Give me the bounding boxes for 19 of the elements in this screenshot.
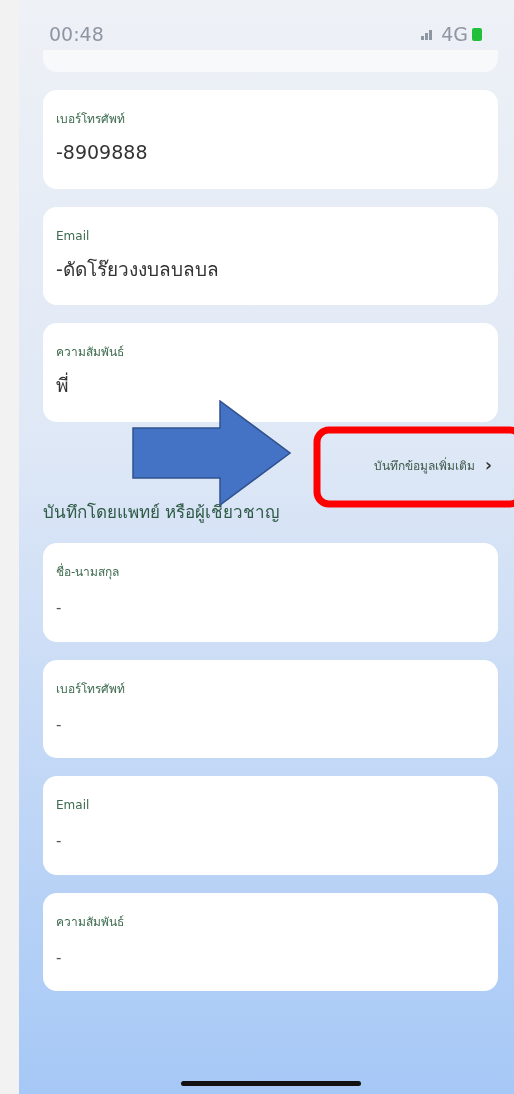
- more-info-link[interactable]: บันทึกข้อมูลเพิ่มเติม ›: [374, 452, 492, 479]
- network-label: 4G: [441, 21, 468, 47]
- field-value: -ดัดโร๊ยวงงบลบลบล: [56, 256, 220, 282]
- section-heading: บันทึกโดยแพทย์ หรือผู้เชี่ยวชาญ: [43, 500, 281, 525]
- field-label: Email: [56, 227, 91, 245]
- field-value: พี่: [56, 371, 70, 398]
- field-value: -: [56, 947, 63, 969]
- field-label: ความสัมพันธ์: [56, 913, 125, 931]
- field-label: ชื่อ-นามสกุล: [56, 563, 121, 581]
- field-label: ความสัมพันธ์: [56, 344, 125, 361]
- field-value: -: [56, 831, 63, 852]
- status-time: 00:48: [49, 21, 104, 47]
- field-label: Email: [56, 797, 91, 814]
- field-value: -: [56, 598, 63, 619]
- field-label: เบอร์โทรศัพท์: [56, 680, 126, 698]
- field-value: -8909888: [56, 140, 149, 165]
- field-label: เบอร์โทรศัพท์: [56, 111, 126, 128]
- field-value: -: [56, 714, 63, 736]
- battery-icon: [472, 27, 484, 41]
